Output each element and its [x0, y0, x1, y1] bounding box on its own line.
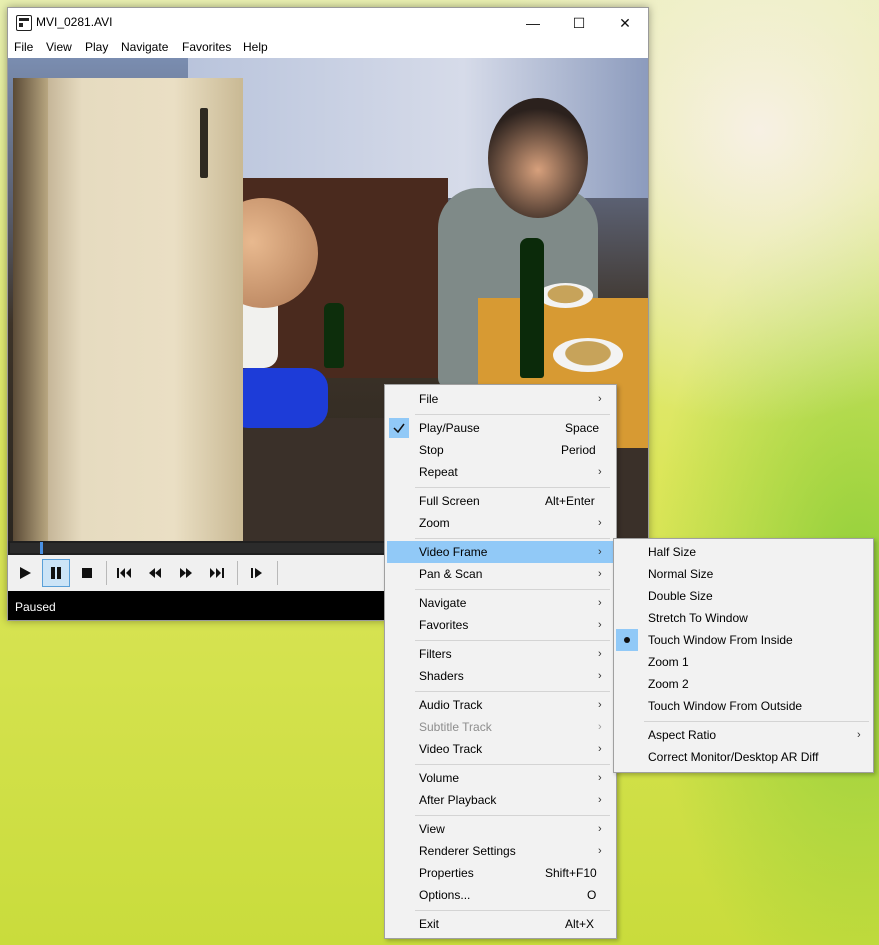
play-icon[interactable]: [11, 559, 39, 587]
window-title: MVI_0281.AVI: [36, 15, 113, 29]
status-text: Paused: [15, 600, 56, 614]
minimize-button[interactable]: —: [510, 8, 556, 38]
seek-thumb[interactable]: [40, 542, 43, 554]
submenu-item-aspect-ratio[interactable]: Aspect Ratio ›: [616, 724, 871, 746]
stop-icon[interactable]: [73, 559, 101, 587]
toolbar-divider: [277, 561, 278, 585]
menu-item-navigate[interactable]: Navigate ›: [387, 592, 614, 614]
maximize-button[interactable]: ☐: [556, 8, 602, 38]
submenu-item-half-size[interactable]: Half Size: [616, 541, 871, 563]
rewind-icon[interactable]: [141, 559, 169, 587]
menu-item-favorites[interactable]: Favorites ›: [387, 614, 614, 636]
menu-file[interactable]: File: [14, 40, 33, 54]
menu-item-options[interactable]: Options... O: [387, 884, 614, 906]
previous-icon[interactable]: [110, 559, 138, 587]
context-menu: File › Play/Pause Space Stop Period Repeat ›…: [384, 384, 617, 939]
menu-item-view[interactable]: View ›: [387, 818, 614, 840]
submenu-item-double-size[interactable]: Double Size: [616, 585, 871, 607]
menu-separator: [415, 640, 610, 641]
submenu-item-zoom-1[interactable]: Zoom 1: [616, 651, 871, 673]
video-frame-submenu: Half Size Normal Size Double Size Stretc…: [613, 538, 874, 773]
video-fridge: [13, 78, 243, 541]
menu-separator: [644, 721, 869, 722]
menu-separator: [415, 589, 610, 590]
menu-item-repeat[interactable]: Repeat ›: [387, 461, 614, 483]
menu-item-after-playback[interactable]: After Playback ›: [387, 789, 614, 811]
submenu-item-stretch-to-window[interactable]: Stretch To Window: [616, 607, 871, 629]
toolbar-divider: [106, 561, 107, 585]
menu-separator: [415, 691, 610, 692]
title-bar[interactable]: MVI_0281.AVI — ☐ ✕: [8, 8, 648, 38]
submenu-item-touch-window-from-outside[interactable]: Touch Window From Outside: [616, 695, 871, 717]
menu-separator: [415, 414, 610, 415]
menu-item-pan-scan[interactable]: Pan & Scan ›: [387, 563, 614, 585]
toolbar-divider: [237, 561, 238, 585]
menu-item-zoom[interactable]: Zoom ›: [387, 512, 614, 534]
menu-view[interactable]: View: [46, 40, 72, 54]
close-button[interactable]: ✕: [602, 8, 648, 38]
menu-item-stop[interactable]: Stop Period: [387, 439, 614, 461]
menu-item-shaders[interactable]: Shaders ›: [387, 665, 614, 687]
check-icon: [389, 418, 409, 438]
menu-separator: [415, 764, 610, 765]
menu-item-audio-track[interactable]: Audio Track ›: [387, 694, 614, 716]
menu-favorites[interactable]: Favorites: [182, 40, 231, 54]
submenu-item-normal-size[interactable]: Normal Size: [616, 563, 871, 585]
video-fridge-handle: [200, 108, 208, 178]
menu-item-file[interactable]: File ›: [387, 388, 614, 410]
menu-item-video-frame[interactable]: Video Frame ›: [387, 541, 614, 563]
menu-separator: [415, 538, 610, 539]
pause-icon[interactable]: [42, 559, 70, 587]
menu-play[interactable]: Play: [85, 40, 108, 54]
menu-item-filters[interactable]: Filters ›: [387, 643, 614, 665]
menu-item-renderer-settings[interactable]: Renderer Settings ›: [387, 840, 614, 862]
video-person-right-head: [488, 98, 588, 218]
next-icon[interactable]: [203, 559, 231, 587]
video-bowl: [553, 338, 623, 372]
radio-selected-icon: [616, 629, 638, 651]
submenu-item-zoom-2[interactable]: Zoom 2: [616, 673, 871, 695]
menu-item-full-screen[interactable]: Full Screen Alt+Enter: [387, 490, 614, 512]
menu-item-properties[interactable]: Properties Shift+F10: [387, 862, 614, 884]
menu-separator: [415, 815, 610, 816]
video-bottle-left: [324, 303, 344, 368]
submenu-item-correct-monitor-ar[interactable]: Correct Monitor/Desktop AR Diff: [616, 746, 871, 768]
menu-item-subtitle-track: Subtitle Track ›: [419, 720, 602, 734]
app-icon: [16, 15, 32, 31]
video-person-left-legs: [228, 368, 328, 428]
menu-item-volume[interactable]: Volume ›: [387, 767, 614, 789]
video-bottle-right: [520, 238, 544, 378]
menu-item-video-track[interactable]: Video Track ›: [387, 738, 614, 760]
menu-navigate[interactable]: Navigate: [121, 40, 168, 54]
menu-help[interactable]: Help: [243, 40, 268, 54]
video-bowl-small: [538, 283, 593, 308]
menu-item-exit[interactable]: Exit Alt+X: [387, 913, 614, 935]
submenu-item-touch-window-from-inside[interactable]: Touch Window From Inside: [616, 629, 871, 651]
frame-step-icon[interactable]: [243, 559, 271, 587]
menu-item-play-pause[interactable]: Play/Pause Space: [387, 417, 614, 439]
menu-separator: [415, 487, 610, 488]
menu-bar: File View Play Navigate Favorites Help: [8, 38, 648, 58]
menu-separator: [415, 910, 610, 911]
fast-forward-icon[interactable]: [172, 559, 200, 587]
